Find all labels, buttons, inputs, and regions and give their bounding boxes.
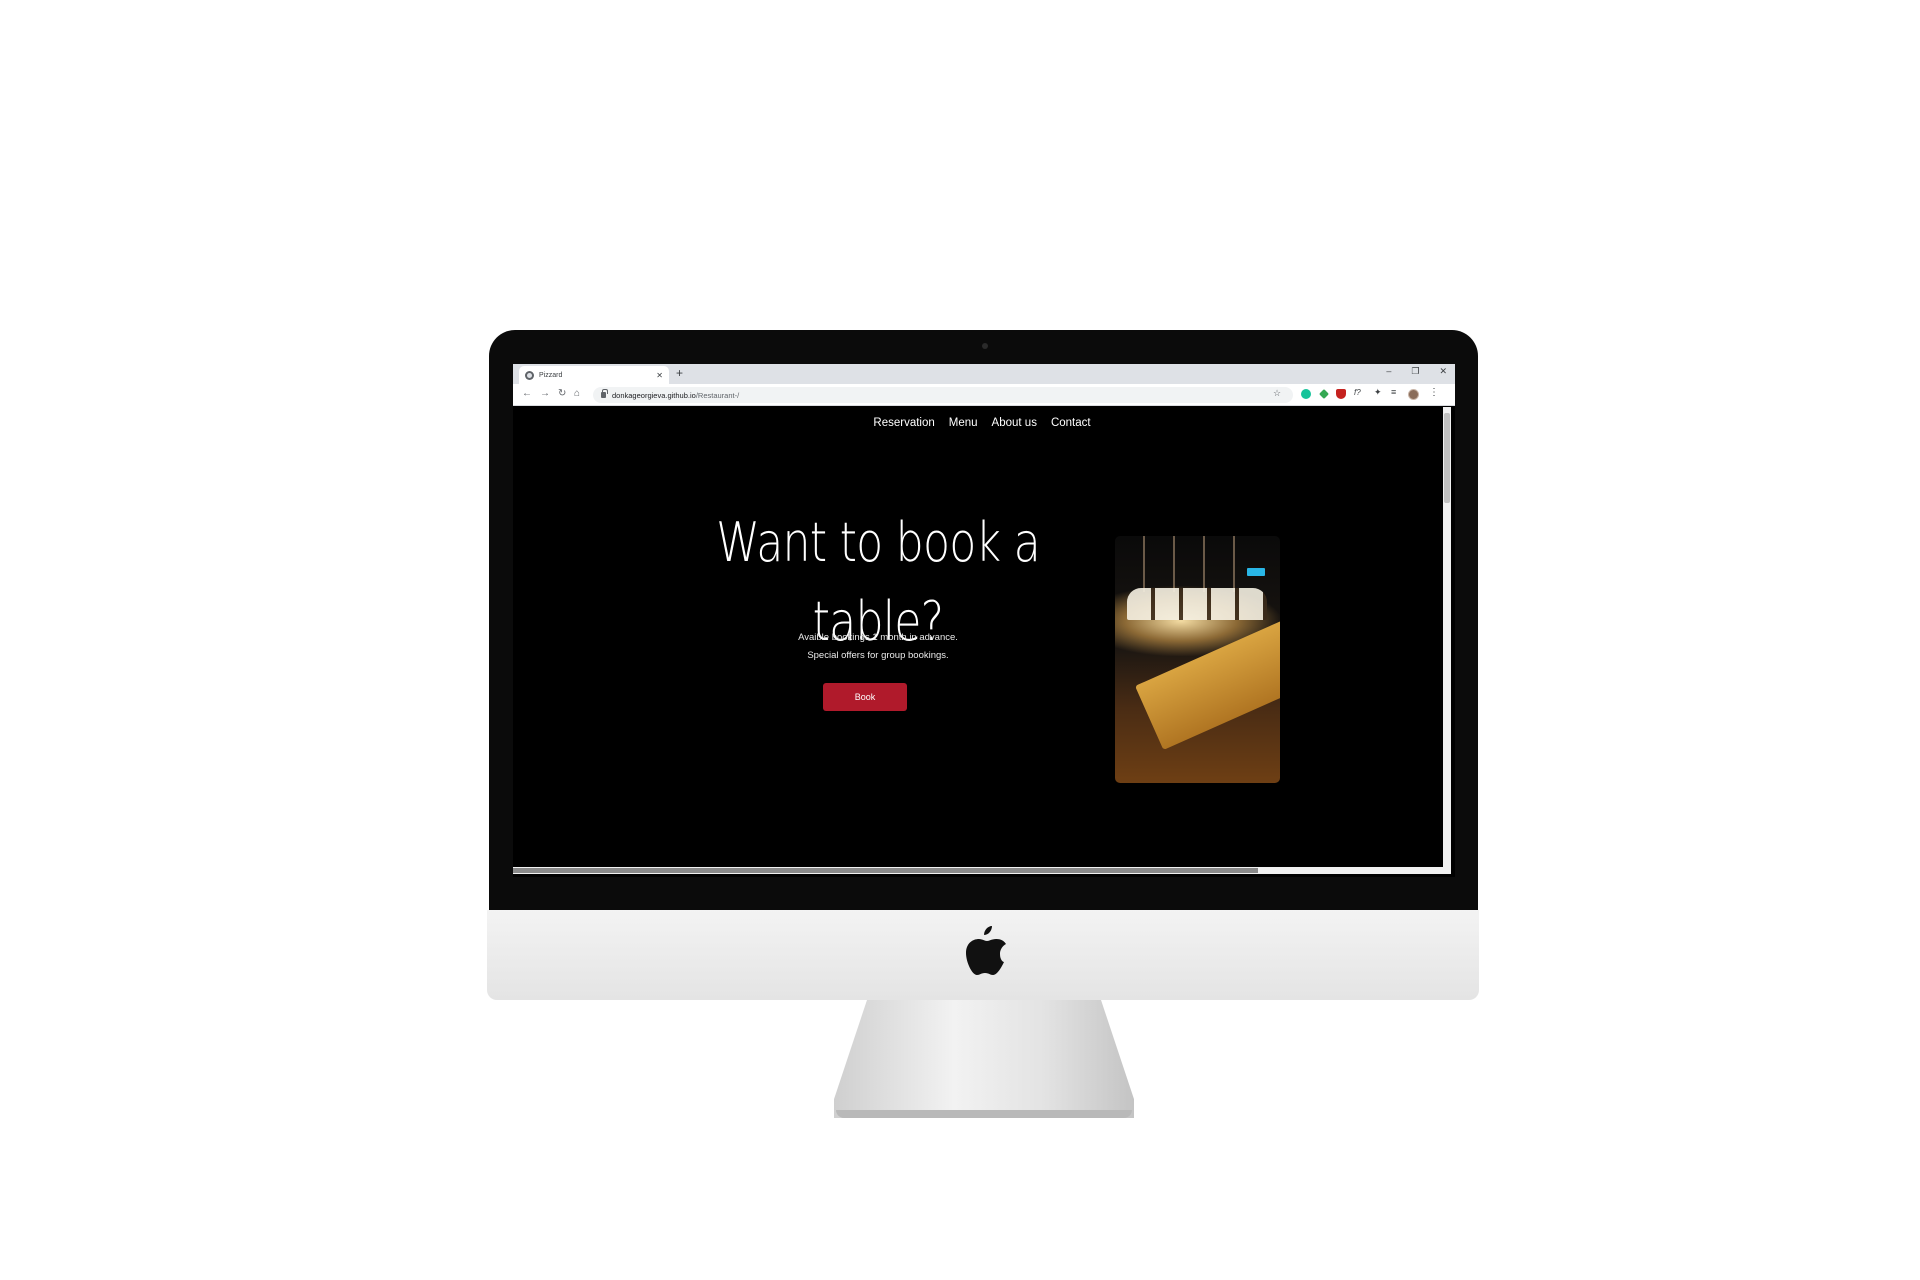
- browser-tabbar: Pizzard ✕ + – ❐ ✕: [513, 364, 1455, 384]
- nav-link-menu[interactable]: Menu: [949, 417, 978, 433]
- extension-icon[interactable]: [1319, 389, 1329, 399]
- apple-logo-icon: [966, 926, 1006, 975]
- hero-title-line-1: Want to book a: [716, 511, 1041, 574]
- nav-link-about-us[interactable]: About us: [992, 417, 1037, 433]
- screen: Pizzard ✕ + – ❐ ✕ ← → ↻ ⌂ donkageorgieva…: [513, 364, 1455, 877]
- fx-extension-icon[interactable]: f?: [1354, 388, 1361, 397]
- hero-subtitle-line-2: Special offers for group bookings.: [807, 650, 949, 661]
- minimize-button[interactable]: –: [1386, 366, 1391, 377]
- imac-stand-base: [836, 1110, 1132, 1118]
- site-nav: Reservation Menu About us Contact: [513, 407, 1443, 433]
- restore-button[interactable]: ❐: [1411, 366, 1419, 377]
- globe-icon: [525, 370, 534, 380]
- imac-stand: [834, 1000, 1134, 1118]
- vertical-scrollbar-thumb[interactable]: [1444, 413, 1450, 503]
- new-tab-button[interactable]: +: [676, 366, 683, 380]
- lock-icon: [601, 389, 608, 398]
- browser-toolbar: ← → ↻ ⌂ donkageorgieva.github.io /Restau…: [513, 384, 1455, 406]
- reading-list-icon[interactable]: ≡: [1391, 387, 1396, 397]
- address-bar[interactable]: donkageorgieva.github.io /Restaurant-/: [593, 387, 1293, 403]
- camera-icon: [982, 343, 988, 349]
- forward-arrow-icon[interactable]: →: [540, 388, 550, 399]
- home-icon[interactable]: ⌂: [574, 388, 580, 399]
- bookmark-star-icon[interactable]: ☆: [1273, 388, 1281, 399]
- url-path: /Restaurant-/: [695, 390, 740, 400]
- reload-icon[interactable]: ↻: [558, 388, 566, 399]
- horizontal-scrollbar[interactable]: [513, 867, 1451, 874]
- tab-title: Pizzard: [539, 371, 563, 379]
- nav-link-contact[interactable]: Contact: [1051, 417, 1091, 433]
- close-window-button[interactable]: ✕: [1439, 366, 1447, 377]
- puzzle-extensions-icon[interactable]: ✦: [1374, 387, 1382, 398]
- shield-extension-icon[interactable]: [1336, 389, 1346, 399]
- web-page: Reservation Menu About us Contact Want t…: [513, 407, 1443, 867]
- hero-subtitle-line-1: Avaible bookings 1 month in advance.: [798, 632, 958, 643]
- browser-tab[interactable]: Pizzard ✕: [519, 366, 669, 384]
- nav-link-reservation[interactable]: Reservation: [873, 417, 934, 433]
- hero-subtitle: Avaible bookings 1 month in advance. Spe…: [728, 629, 1028, 665]
- window-controls: – ❐ ✕: [1386, 366, 1447, 377]
- profile-avatar[interactable]: [1408, 389, 1419, 400]
- close-tab-icon[interactable]: ✕: [656, 371, 663, 380]
- url-host: donkageorgieva.github.io: [612, 390, 696, 400]
- horizontal-scrollbar-thumb[interactable]: [513, 868, 1258, 873]
- vertical-scrollbar[interactable]: [1443, 407, 1451, 867]
- book-button[interactable]: Book: [823, 683, 907, 711]
- restaurant-photo: [1115, 536, 1280, 783]
- grammarly-extension-icon[interactable]: [1301, 389, 1311, 399]
- menu-kebab-icon[interactable]: ⋮: [1429, 387, 1439, 398]
- back-arrow-icon[interactable]: ←: [522, 388, 532, 399]
